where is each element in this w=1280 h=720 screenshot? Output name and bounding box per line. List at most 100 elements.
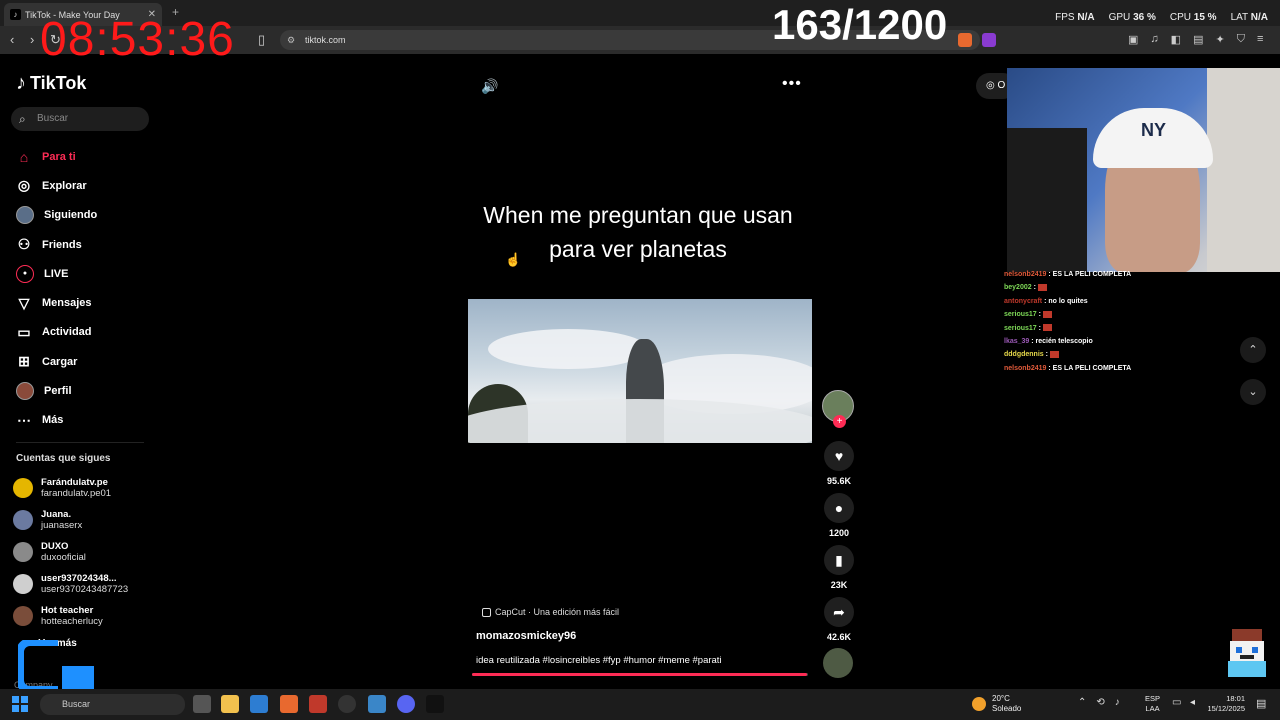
screenshot-icon[interactable]: ▣ (1128, 33, 1138, 46)
weather-desc: Soleado (992, 704, 1022, 713)
back-icon[interactable]: ‹ (10, 33, 14, 46)
wallet-icon[interactable]: ▤ (1193, 33, 1203, 46)
list-item[interactable]: DUXO duxooficial (13, 536, 153, 568)
comment-count: 1200 (828, 528, 850, 538)
creator-avatar-wrap: + (822, 390, 856, 428)
menu-icon[interactable]: ≡ (1257, 33, 1263, 46)
leo-ai-icon[interactable]: ✦ (1215, 33, 1224, 46)
bookmark-icon[interactable]: ▯ (258, 33, 265, 46)
previous-video-button[interactable]: ⌃ (1240, 337, 1266, 363)
chat-emote-icon (1042, 310, 1052, 318)
next-video-button[interactable]: ⌄ (1240, 379, 1266, 405)
windows-start-icon[interactable] (12, 696, 28, 712)
sidebar-item-label: LIVE (44, 267, 69, 280)
heart-icon: ♥ (834, 448, 844, 464)
capcut-label: CapCut · Una edición más fácil (495, 607, 620, 617)
account-name: DUXO (41, 541, 69, 552)
chat-username[interactable]: serious17 (1004, 311, 1037, 318)
chevron-up-icon: ⌃ (1248, 344, 1258, 356)
list-item[interactable]: user937024348... user9370243487723 (13, 568, 153, 600)
brave-browser-icon[interactable] (280, 695, 298, 713)
volume-tray-icon[interactable]: ◂ (1190, 697, 1195, 708)
creator-avatar[interactable]: + (822, 390, 854, 428)
language-indicator[interactable]: ESP LAA (1145, 694, 1160, 714)
chat-username[interactable]: dddgdennis (1004, 351, 1044, 358)
brave-rewards-icon[interactable] (982, 33, 996, 47)
sidebar-item-siguiendo[interactable]: Siguiendo (16, 201, 146, 230)
account-handle: juanaserx (41, 520, 83, 531)
forward-icon[interactable]: › (30, 33, 34, 46)
chat-username[interactable]: nelsonb2419 (1004, 271, 1046, 278)
sidebar-item-para-ti[interactable]: ⌂ Para ti (16, 142, 146, 171)
webcam-feed: NY (1007, 68, 1280, 272)
sidebar-item-live[interactable]: ● LIVE (16, 259, 146, 288)
capcut-app-icon[interactable] (426, 695, 444, 713)
divider (16, 442, 144, 443)
tiktok-logo[interactable]: ♪ TikTok (16, 72, 86, 95)
chat-emote-icon (1049, 351, 1059, 359)
chat-username[interactable]: lkas_39 (1004, 338, 1029, 345)
sync-icon[interactable]: ⟲ (1096, 697, 1104, 708)
sidebar-item-label: Cargar (42, 355, 78, 368)
avatar (13, 510, 33, 530)
chat-username[interactable]: bey2002 (1004, 284, 1032, 291)
store-icon[interactable] (250, 695, 268, 713)
chat-username[interactable]: serious17 (1004, 325, 1037, 332)
discord-icon[interactable] (397, 695, 415, 713)
stream-chat: nelsonb2419 : ES LA PELI COMPLETA bey2002… (1004, 268, 1144, 375)
profile-icon (16, 382, 34, 401)
vpn-icon[interactable]: ⛉ (1237, 33, 1245, 46)
media-icon[interactable]: ♫ (1150, 33, 1158, 46)
capcut-icon (482, 607, 491, 617)
weather-widget[interactable]: 20°C Soleado (972, 694, 1021, 714)
brave-shield-icon[interactable] (958, 33, 972, 47)
volume-icon[interactable]: 🔊 (481, 78, 498, 95)
chat-username[interactable]: nelsonb2419 (1004, 365, 1046, 372)
sidebar-item-actividad[interactable]: ▭ Actividad (16, 318, 146, 347)
sidebar-item-explorar[interactable]: ◎ Explorar (16, 171, 146, 200)
notepad-icon[interactable] (368, 695, 386, 713)
list-item[interactable]: Farándulatv.pe farandulatv.pe01 (13, 472, 153, 504)
task-view-icon[interactable] (193, 695, 211, 713)
sidebar-item-mensajes[interactable]: ▽ Mensajes (16, 288, 146, 317)
show-hidden-icon[interactable]: ⌃ (1078, 697, 1086, 708)
chevron-down-icon: ⌄ (1248, 386, 1258, 398)
search-input[interactable]: ⌕ Buscar (11, 107, 149, 131)
list-item[interactable]: Hot teacher hotteacherlucy (13, 600, 153, 632)
like-button[interactable]: ♥ (824, 441, 854, 471)
chat-username[interactable]: antonycraft (1004, 298, 1042, 305)
chat-text: no lo quites (1048, 297, 1088, 305)
sidebar-item-perfil[interactable]: Perfil (16, 376, 146, 405)
chat-message: dddgdennis : (1004, 348, 1144, 361)
music-disc-icon[interactable] (823, 648, 853, 678)
account-name: user937024348... (41, 573, 117, 584)
share-button[interactable]: ➦ (824, 597, 854, 627)
notification-icon[interactable]: ▤ (1256, 697, 1266, 710)
list-item[interactable]: Juana. juanaserx (13, 504, 153, 536)
sidebar-icon[interactable]: ◧ (1171, 33, 1181, 46)
cpu-label: CPU (1169, 12, 1191, 23)
video-progress-bar[interactable] (472, 673, 808, 676)
sidebar-item-friends[interactable]: ⚇ Friends (16, 230, 146, 259)
sidebar-item-cargar[interactable]: ⊞ Cargar (16, 347, 146, 376)
home-icon: ⌂ (19, 148, 29, 165)
avatar (13, 542, 33, 562)
sidebar-item-mas[interactable]: ⋯ Más (16, 406, 146, 435)
voicemeeter-icon[interactable] (309, 695, 327, 713)
capcut-tag[interactable]: CapCut · Una edición más fácil (482, 607, 619, 617)
network-icon[interactable]: ▭ (1172, 697, 1181, 708)
follow-plus-icon[interactable]: + (833, 415, 846, 428)
video-author[interactable]: momazosmickey96 (476, 630, 576, 642)
taskbar-search[interactable]: Buscar (40, 694, 185, 715)
save-button[interactable]: ▮ (824, 545, 854, 575)
obs-icon[interactable] (338, 695, 356, 713)
more-options-icon[interactable]: ••• (782, 75, 802, 93)
comment-button[interactable]: ● (824, 493, 854, 523)
cpu-value: 15 % (1193, 12, 1217, 23)
mic-icon[interactable]: ♪ (1115, 697, 1120, 708)
file-explorer-icon[interactable] (221, 695, 239, 713)
site-info-icon[interactable]: ⚙ (287, 30, 295, 50)
sun-icon (972, 697, 986, 711)
video-player[interactable] (468, 299, 812, 443)
clock-tray[interactable]: 18:01 15/12/2025 (1207, 694, 1245, 714)
